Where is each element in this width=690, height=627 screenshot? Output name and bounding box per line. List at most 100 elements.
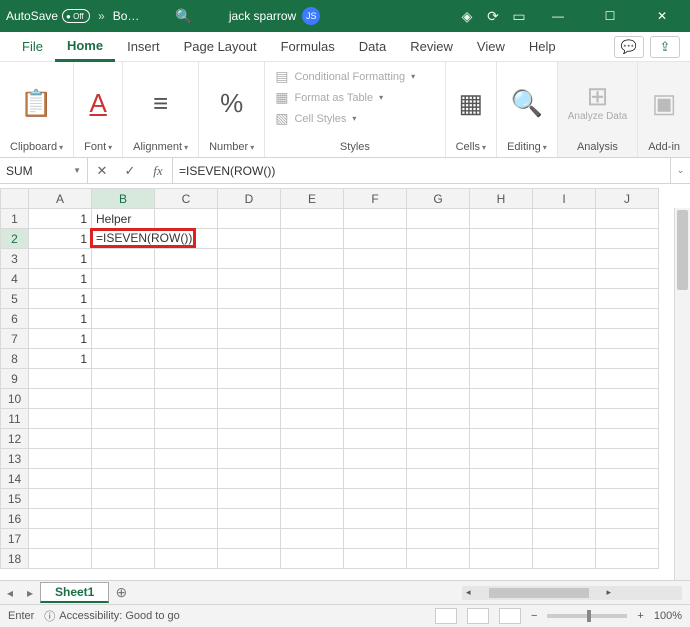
cell-styles-button[interactable]: ▧Cell Styles ▾ — [275, 110, 356, 127]
chevron-down-icon[interactable]: ▼ — [73, 166, 81, 175]
scroll-thumb[interactable] — [677, 210, 688, 290]
zoom-in-button[interactable]: + — [637, 610, 643, 622]
account-button[interactable]: jack sparrow JS — [229, 7, 320, 25]
cell-A4[interactable]: 1 — [29, 269, 92, 289]
row-header-18[interactable]: 18 — [1, 549, 29, 569]
row-header-12[interactable]: 12 — [1, 429, 29, 449]
cell-A7[interactable]: 1 — [29, 329, 92, 349]
qa-more[interactable]: » — [98, 9, 105, 23]
analysis-label: Analysis — [577, 141, 618, 153]
col-header-I[interactable]: I — [533, 189, 596, 209]
row-header-16[interactable]: 16 — [1, 509, 29, 529]
sheet-nav-next[interactable]: ▸ — [20, 586, 40, 600]
cell-A6[interactable]: 1 — [29, 309, 92, 329]
cancel-formula-button[interactable]: ✕ — [88, 163, 116, 179]
conditional-formatting-button[interactable]: ▤Conditional Formatting ▾ — [275, 68, 415, 85]
comments-button[interactable]: 💬 — [614, 36, 644, 58]
cell-C1[interactable] — [155, 209, 218, 229]
view-page-break-button[interactable] — [499, 608, 521, 624]
addin-label: Add-in — [648, 141, 680, 153]
accessibility-status[interactable]: ⓘ Accessibility: Good to go — [44, 608, 179, 624]
zoom-out-button[interactable]: − — [531, 610, 537, 622]
row-header-10[interactable]: 10 — [1, 389, 29, 409]
tab-file[interactable]: File — [10, 32, 55, 62]
tab-review[interactable]: Review — [398, 32, 465, 62]
tab-insert[interactable]: Insert — [115, 32, 172, 62]
formula-text: =ISEVEN(ROW()) — [179, 164, 275, 178]
row-header-3[interactable]: 3 — [1, 249, 29, 269]
insert-function-button[interactable]: fx — [144, 163, 172, 179]
new-sheet-button[interactable]: ⊕ — [109, 584, 133, 601]
cell-A5[interactable]: 1 — [29, 289, 92, 309]
tab-view[interactable]: View — [465, 32, 517, 62]
sync-icon[interactable]: ⟳ — [484, 8, 502, 25]
share-button[interactable]: ⇪ — [650, 36, 680, 58]
format-as-table-button[interactable]: ▦Format as Table ▾ — [275, 89, 383, 106]
sheet-tab-sheet1[interactable]: Sheet1 — [40, 582, 109, 603]
cell-B1[interactable]: Helper — [92, 209, 155, 229]
name-box[interactable]: SUM ▼ — [0, 158, 88, 183]
maximize-button[interactable]: ☐ — [588, 0, 632, 32]
row-header-4[interactable]: 4 — [1, 269, 29, 289]
col-header-E[interactable]: E — [281, 189, 344, 209]
autosave-toggle[interactable]: AutoSave ● Off — [6, 9, 90, 23]
search-icon[interactable]: 🔍 — [175, 8, 192, 25]
row-header-14[interactable]: 14 — [1, 469, 29, 489]
col-header-F[interactable]: F — [344, 189, 407, 209]
diamond-icon[interactable]: ◈ — [458, 8, 476, 25]
cells-icon[interactable]: ▦ — [459, 90, 484, 116]
hscroll-thumb[interactable] — [489, 588, 589, 598]
row-header-5[interactable]: 5 — [1, 289, 29, 309]
ribbon-display-icon[interactable]: ▭ — [510, 8, 528, 25]
hscroll-right[interactable]: ▸ — [603, 587, 616, 598]
hscroll-left[interactable]: ◂ — [462, 587, 475, 598]
row-header-17[interactable]: 17 — [1, 529, 29, 549]
col-header-G[interactable]: G — [407, 189, 470, 209]
row-header-1[interactable]: 1 — [1, 209, 29, 229]
cell-editor-text: =ISEVEN(ROW()) — [96, 231, 192, 245]
row-header-7[interactable]: 7 — [1, 329, 29, 349]
col-header-H[interactable]: H — [470, 189, 533, 209]
cell-A8[interactable]: 1 — [29, 349, 92, 369]
tab-formulas[interactable]: Formulas — [269, 32, 347, 62]
expand-formula-bar[interactable]: ⌄ — [670, 158, 690, 183]
col-header-B[interactable]: B — [92, 189, 155, 209]
tab-home[interactable]: Home — [55, 32, 115, 62]
col-header-A[interactable]: A — [29, 189, 92, 209]
zoom-slider[interactable] — [547, 614, 627, 618]
zoom-level[interactable]: 100% — [654, 610, 682, 622]
row-header-11[interactable]: 11 — [1, 409, 29, 429]
document-name[interactable]: Bo… — [113, 9, 140, 23]
vertical-scrollbar[interactable] — [674, 208, 690, 580]
cell-A2[interactable]: 1 — [29, 229, 92, 249]
col-header-D[interactable]: D — [218, 189, 281, 209]
view-page-layout-button[interactable] — [467, 608, 489, 624]
editing-icon[interactable]: 🔍 — [511, 90, 543, 116]
clipboard-icon[interactable]: 📋 — [20, 90, 52, 116]
view-normal-button[interactable] — [435, 608, 457, 624]
horizontal-scrollbar[interactable]: ◂ ▸ — [462, 586, 682, 600]
sheet-nav-prev[interactable]: ◂ — [0, 586, 20, 600]
formula-input[interactable]: =ISEVEN(ROW()) — [173, 158, 670, 183]
row-header-13[interactable]: 13 — [1, 449, 29, 469]
number-icon[interactable]: % — [220, 90, 243, 116]
cell-A1[interactable]: 1 — [29, 209, 92, 229]
col-header-J[interactable]: J — [596, 189, 659, 209]
row-header-8[interactable]: 8 — [1, 349, 29, 369]
cell-A3[interactable]: 1 — [29, 249, 92, 269]
close-button[interactable]: ✕ — [640, 0, 684, 32]
tab-data[interactable]: Data — [347, 32, 398, 62]
alignment-icon[interactable]: ≡ — [153, 90, 168, 116]
row-header-15[interactable]: 15 — [1, 489, 29, 509]
row-header-2[interactable]: 2 — [1, 229, 29, 249]
row-header-6[interactable]: 6 — [1, 309, 29, 329]
minimize-button[interactable]: — — [536, 0, 580, 32]
enter-formula-button[interactable]: ✓ — [116, 163, 144, 179]
tab-page-layout[interactable]: Page Layout — [172, 32, 269, 62]
tab-help[interactable]: Help — [517, 32, 568, 62]
col-header-C[interactable]: C — [155, 189, 218, 209]
row-header-9[interactable]: 9 — [1, 369, 29, 389]
cell-editor[interactable]: =ISEVEN(ROW()) — [90, 228, 196, 248]
font-icon[interactable]: A — [89, 90, 106, 116]
select-all-corner[interactable] — [1, 189, 29, 209]
